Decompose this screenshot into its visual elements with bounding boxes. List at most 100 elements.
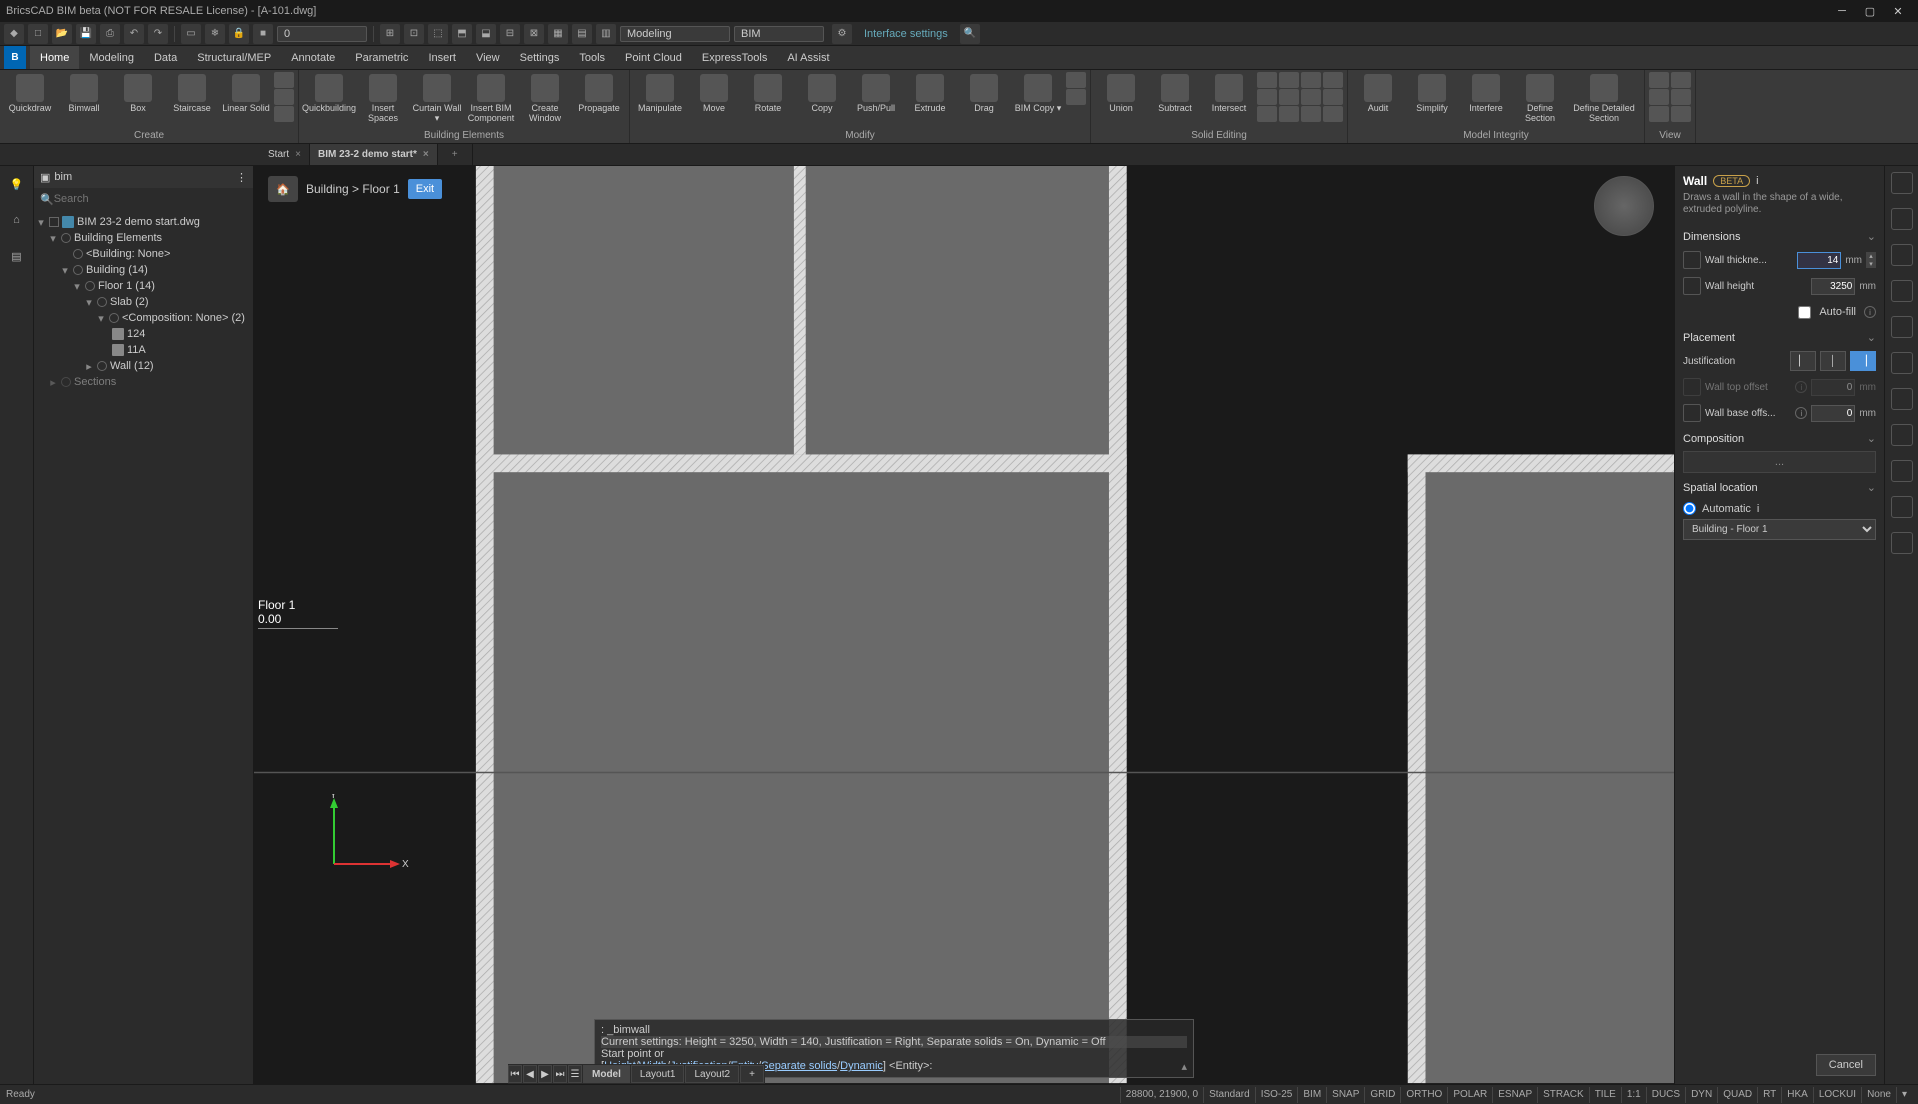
spatial-location-select[interactable]: Building - Floor 1	[1683, 519, 1876, 540]
info-icon[interactable]: i	[1757, 503, 1759, 515]
automatic-radio[interactable]	[1683, 502, 1696, 515]
createwindow-button[interactable]: Create Window	[519, 72, 571, 125]
status-hka[interactable]: HKA	[1781, 1087, 1813, 1103]
cancel-button[interactable]: Cancel	[1816, 1054, 1876, 1076]
bimcopy-button[interactable]: BIM Copy ▾	[1012, 72, 1064, 115]
info-icon[interactable]: i	[1756, 175, 1758, 187]
layout-next-icon[interactable]: ▶	[538, 1065, 552, 1083]
tool-g-icon[interactable]: ⊠	[524, 24, 544, 44]
minimize-button[interactable]: ─	[1828, 0, 1856, 22]
status-lockui[interactable]: LOCKUI	[1813, 1087, 1861, 1103]
open-icon[interactable]: 📂	[52, 24, 72, 44]
tree-leaf-11a[interactable]: 11A	[127, 344, 146, 356]
tool-f-icon[interactable]: ⊟	[500, 24, 520, 44]
layout-last-icon[interactable]: ⏭	[553, 1065, 567, 1083]
tree-root[interactable]: BIM 23-2 demo start.dwg	[77, 216, 200, 228]
info-icon[interactable]: i	[1795, 407, 1807, 419]
search-icon[interactable]: 🔍	[960, 24, 980, 44]
status-ducs[interactable]: DUCS	[1646, 1087, 1685, 1103]
tree-floor1[interactable]: Floor 1 (14)	[98, 280, 155, 292]
layer-freeze-icon[interactable]: ❄	[205, 24, 225, 44]
tool-b-icon[interactable]: ⊡	[404, 24, 424, 44]
tool-j-icon[interactable]: ▥	[596, 24, 616, 44]
drag-button[interactable]: Drag	[958, 72, 1010, 115]
app-logo-icon[interactable]: B	[4, 46, 26, 69]
intersect-button[interactable]: Intersect	[1203, 72, 1255, 115]
interface-settings-link[interactable]: Interface settings	[864, 28, 948, 40]
panel-toggle-6[interactable]	[1891, 352, 1913, 374]
save-icon[interactable]: 💾	[76, 24, 96, 44]
tab-settings[interactable]: Settings	[510, 46, 570, 69]
panel-toggle-2[interactable]	[1891, 208, 1913, 230]
layer-color-icon[interactable]: ■	[253, 24, 273, 44]
layout-tab-layout2[interactable]: Layout2	[685, 1065, 739, 1083]
layout-list-icon[interactable]: ☰	[568, 1065, 582, 1083]
view-sm2[interactable]	[1649, 89, 1669, 105]
wall-base-offset-input[interactable]	[1811, 405, 1855, 422]
panel-toggle-4[interactable]	[1891, 280, 1913, 302]
status-iso25[interactable]: ISO-25	[1255, 1087, 1298, 1103]
tab-modeling[interactable]: Modeling	[79, 46, 144, 69]
new-icon[interactable]: □	[28, 24, 48, 44]
structure-icon[interactable]: ▤	[5, 244, 29, 268]
solid-sm7[interactable]	[1301, 72, 1321, 88]
tab-insert[interactable]: Insert	[418, 46, 466, 69]
tab-aiassist[interactable]: AI Assist	[777, 46, 839, 69]
status-none[interactable]: None	[1861, 1087, 1896, 1103]
status-dyn[interactable]: DYN	[1685, 1087, 1717, 1103]
close-icon[interactable]: ×	[423, 149, 429, 160]
view-sm4[interactable]	[1671, 72, 1691, 88]
modify-sm1[interactable]	[1066, 72, 1086, 88]
status-snap[interactable]: SNAP	[1326, 1087, 1364, 1103]
curtainwall-button[interactable]: Curtain Wall ▾	[411, 72, 463, 125]
status-dropdown-icon[interactable]: ▾	[1896, 1087, 1912, 1103]
home-icon[interactable]: ⌂	[5, 208, 29, 232]
lookfrom-widget[interactable]	[1594, 176, 1654, 236]
panel-toggle-8[interactable]	[1891, 424, 1913, 446]
autofill-checkbox[interactable]	[1798, 306, 1811, 319]
status-standard[interactable]: Standard	[1203, 1087, 1255, 1103]
status-ortho[interactable]: ORTHO	[1400, 1087, 1447, 1103]
solid-sm3[interactable]	[1257, 106, 1277, 122]
app-menu-button[interactable]: ◆	[4, 24, 24, 44]
solid-sm4[interactable]	[1279, 72, 1299, 88]
insertspaces-button[interactable]: Insert Spaces	[357, 72, 409, 125]
create-sm2[interactable]	[274, 89, 294, 105]
panel-toggle-7[interactable]	[1891, 388, 1913, 410]
manipulate-button[interactable]: Manipulate	[634, 72, 686, 115]
doctab-current[interactable]: BIM 23-2 demo start*×	[310, 144, 438, 165]
cmd-expand-icon[interactable]: ▴	[1181, 1060, 1187, 1073]
doctab-add[interactable]: +	[438, 144, 473, 165]
viewport[interactable]: 🏠 Building > Floor 1 Exit Floor 1 0.00 Y…	[254, 166, 1674, 1084]
audit-button[interactable]: Audit	[1352, 72, 1404, 115]
redo-icon[interactable]: ↷	[148, 24, 168, 44]
rotate-button[interactable]: Rotate	[742, 72, 794, 115]
panel-toggle-10[interactable]	[1891, 496, 1913, 518]
tool-h-icon[interactable]: ▦	[548, 24, 568, 44]
subtract-button[interactable]: Subtract	[1149, 72, 1201, 115]
layer-lock-icon[interactable]: 🔒	[229, 24, 249, 44]
solid-sm11[interactable]	[1323, 89, 1343, 105]
definesection-button[interactable]: Define Section	[1514, 72, 1566, 125]
tab-home[interactable]: Home	[30, 46, 79, 69]
simplify-button[interactable]: Simplify	[1406, 72, 1458, 115]
copy-button[interactable]: Copy	[796, 72, 848, 115]
status-scale[interactable]: 1:1	[1621, 1087, 1646, 1103]
structure-search-input[interactable]	[54, 193, 247, 205]
tool-e-icon[interactable]: ⬓	[476, 24, 496, 44]
settings-gear-icon[interactable]: ⚙	[832, 24, 852, 44]
tree-slab[interactable]: Slab (2)	[110, 296, 149, 308]
print-icon[interactable]: ⎙	[100, 24, 120, 44]
wall-thickness-input[interactable]	[1797, 252, 1841, 269]
workspace-dropdown[interactable]: Modeling	[620, 26, 730, 42]
linearsolid-button[interactable]: Linear Solid	[220, 72, 272, 115]
status-quad[interactable]: QUAD	[1717, 1087, 1757, 1103]
create-sm1[interactable]	[274, 72, 294, 88]
solid-sm10[interactable]	[1323, 72, 1343, 88]
layout-tab-model[interactable]: Model	[583, 1065, 630, 1083]
tab-annotate[interactable]: Annotate	[281, 46, 345, 69]
staircase-button[interactable]: Staircase	[166, 72, 218, 115]
justify-left-button[interactable]: ▏	[1790, 351, 1816, 371]
definedetailedsection-button[interactable]: Define Detailed Section	[1568, 72, 1640, 125]
tree-building-14[interactable]: Building (14)	[86, 264, 148, 276]
